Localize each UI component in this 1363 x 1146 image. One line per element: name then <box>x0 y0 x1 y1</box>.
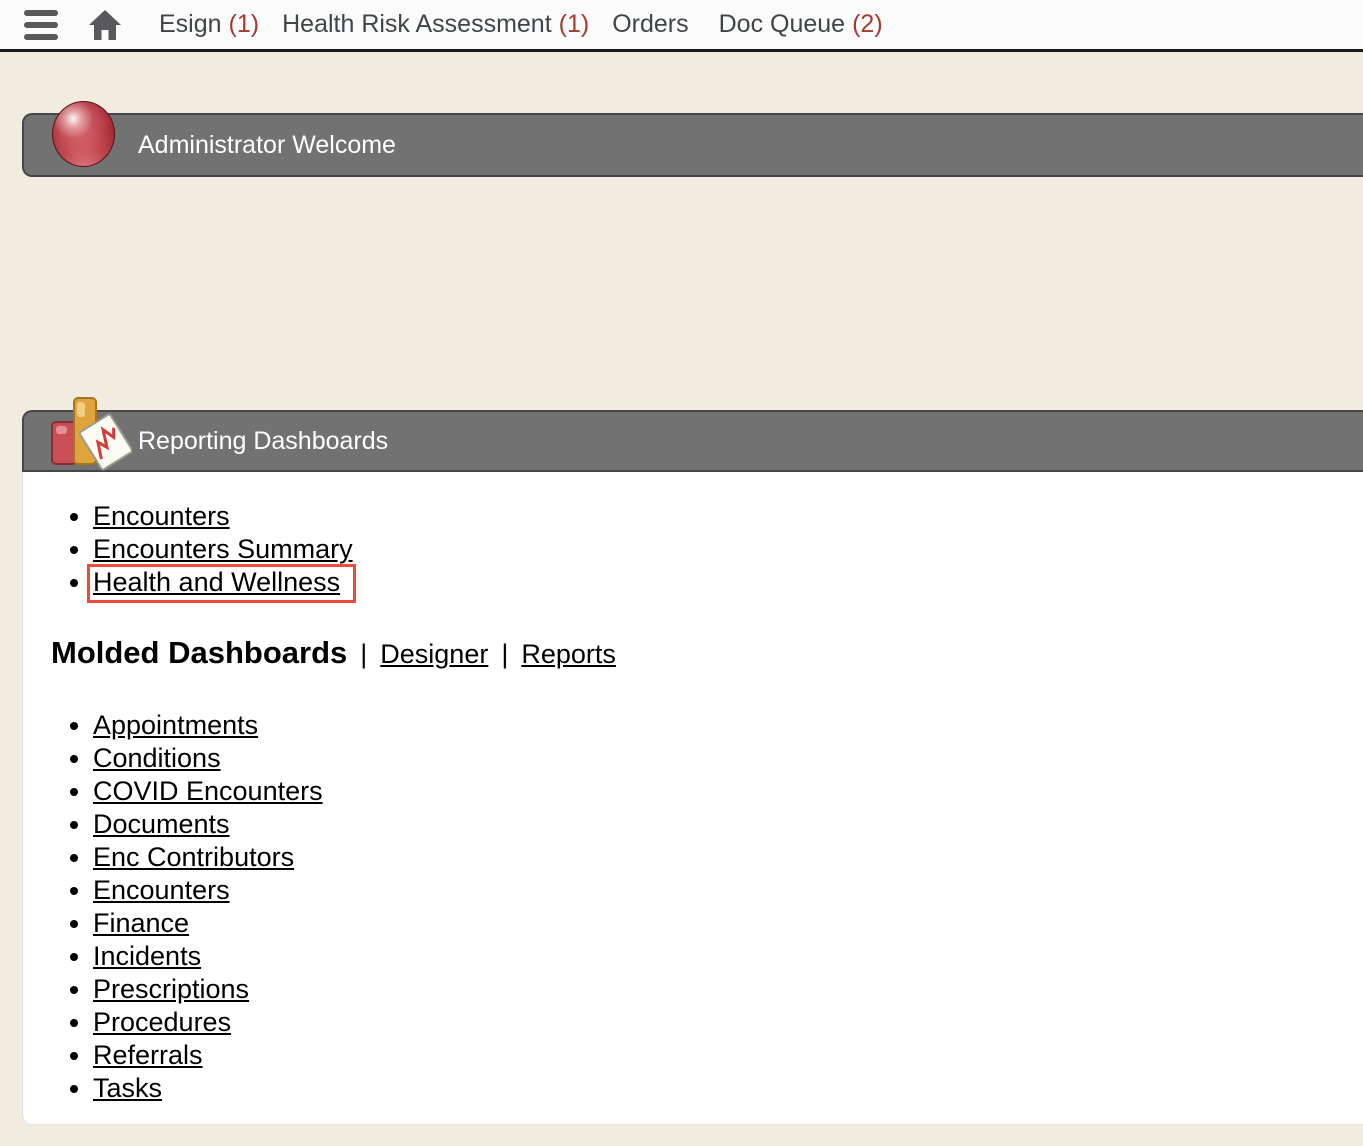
list-item: Documents <box>93 808 1363 841</box>
home-icon[interactable] <box>87 8 123 42</box>
administrator-welcome-header: Administrator Welcome <box>22 113 1363 177</box>
list-item: Encounters <box>93 500 1363 533</box>
administrator-welcome-title: Administrator Welcome <box>138 131 396 160</box>
link-conditions[interactable]: Conditions <box>93 743 221 773</box>
separator: | <box>501 639 508 670</box>
list-item: Appointments <box>93 709 1363 742</box>
link-referrals[interactable]: Referrals <box>93 1040 203 1070</box>
list-item: Referrals <box>93 1039 1363 1072</box>
nav-label: Doc Queue <box>719 10 845 39</box>
list-item: COVID Encounters <box>93 775 1363 808</box>
list-item: Enc Contributors <box>93 841 1363 874</box>
nav-label: Esign <box>159 10 222 39</box>
link-prescriptions[interactable]: Prescriptions <box>93 974 249 1004</box>
nav-item-orders[interactable]: Orders <box>612 10 695 39</box>
link-appointments[interactable]: Appointments <box>93 710 258 740</box>
molded-links-list: Appointments Conditions COVID Encounters… <box>23 671 1363 1105</box>
separator: | <box>360 639 367 670</box>
reporting-dashboards-header: Reporting Dashboards <box>22 410 1363 472</box>
list-item: Conditions <box>93 742 1363 775</box>
nav-count-badge: (1) <box>559 10 590 39</box>
list-item: Prescriptions <box>93 973 1363 1006</box>
list-item: Procedures <box>93 1006 1363 1039</box>
list-item: Encounters Summary <box>93 533 1363 566</box>
nav-item-esign[interactable]: Esign (1) <box>159 10 259 39</box>
link-enc-contributors[interactable]: Enc Contributors <box>93 842 294 872</box>
link-health-and-wellness[interactable]: Health and Wellness <box>87 564 356 603</box>
link-designer[interactable]: Designer <box>380 639 488 670</box>
menu-icon[interactable] <box>24 10 58 40</box>
list-item: Encounters <box>93 874 1363 907</box>
link-finance[interactable]: Finance <box>93 908 189 938</box>
nav-label: Health Risk Assessment <box>282 10 552 39</box>
books-chart-icon <box>46 392 132 479</box>
nav-item-doc-queue[interactable]: Doc Queue (2) <box>719 10 883 39</box>
link-documents[interactable]: Documents <box>93 809 230 839</box>
list-item: Health and Wellness <box>93 566 1363 599</box>
nav-item-health-risk-assessment[interactable]: Health Risk Assessment (1) <box>282 10 589 39</box>
reporting-dashboards-body: Encounters Encounters Summary Health and… <box>22 472 1363 1125</box>
link-encounters-summary[interactable]: Encounters Summary <box>93 534 353 564</box>
link-encounters[interactable]: Encounters <box>93 501 230 531</box>
molded-dashboards-heading: Molded Dashboards | Designer | Reports <box>51 635 1363 671</box>
nav-label: Orders <box>612 10 688 39</box>
list-item: Finance <box>93 907 1363 940</box>
link-procedures[interactable]: Procedures <box>93 1007 231 1037</box>
molded-dashboards-title: Molded Dashboards <box>51 635 347 671</box>
nav-count-badge: (1) <box>229 10 260 39</box>
link-encounters-molded[interactable]: Encounters <box>93 875 230 905</box>
link-covid-encounters[interactable]: COVID Encounters <box>93 776 323 806</box>
link-tasks[interactable]: Tasks <box>93 1073 162 1103</box>
list-item: Incidents <box>93 940 1363 973</box>
reporting-links-list: Encounters Encounters Summary Health and… <box>23 472 1363 599</box>
red-sphere-icon <box>52 101 115 167</box>
nav-count-badge: (2) <box>852 10 883 39</box>
list-item: Tasks <box>93 1072 1363 1105</box>
link-reports[interactable]: Reports <box>521 639 616 670</box>
main-nav: Esign (1) Health Risk Assessment (1) Ord… <box>159 10 883 39</box>
reporting-dashboards-title: Reporting Dashboards <box>138 427 388 456</box>
top-nav-bar: Esign (1) Health Risk Assessment (1) Ord… <box>0 0 1363 52</box>
link-incidents[interactable]: Incidents <box>93 941 201 971</box>
